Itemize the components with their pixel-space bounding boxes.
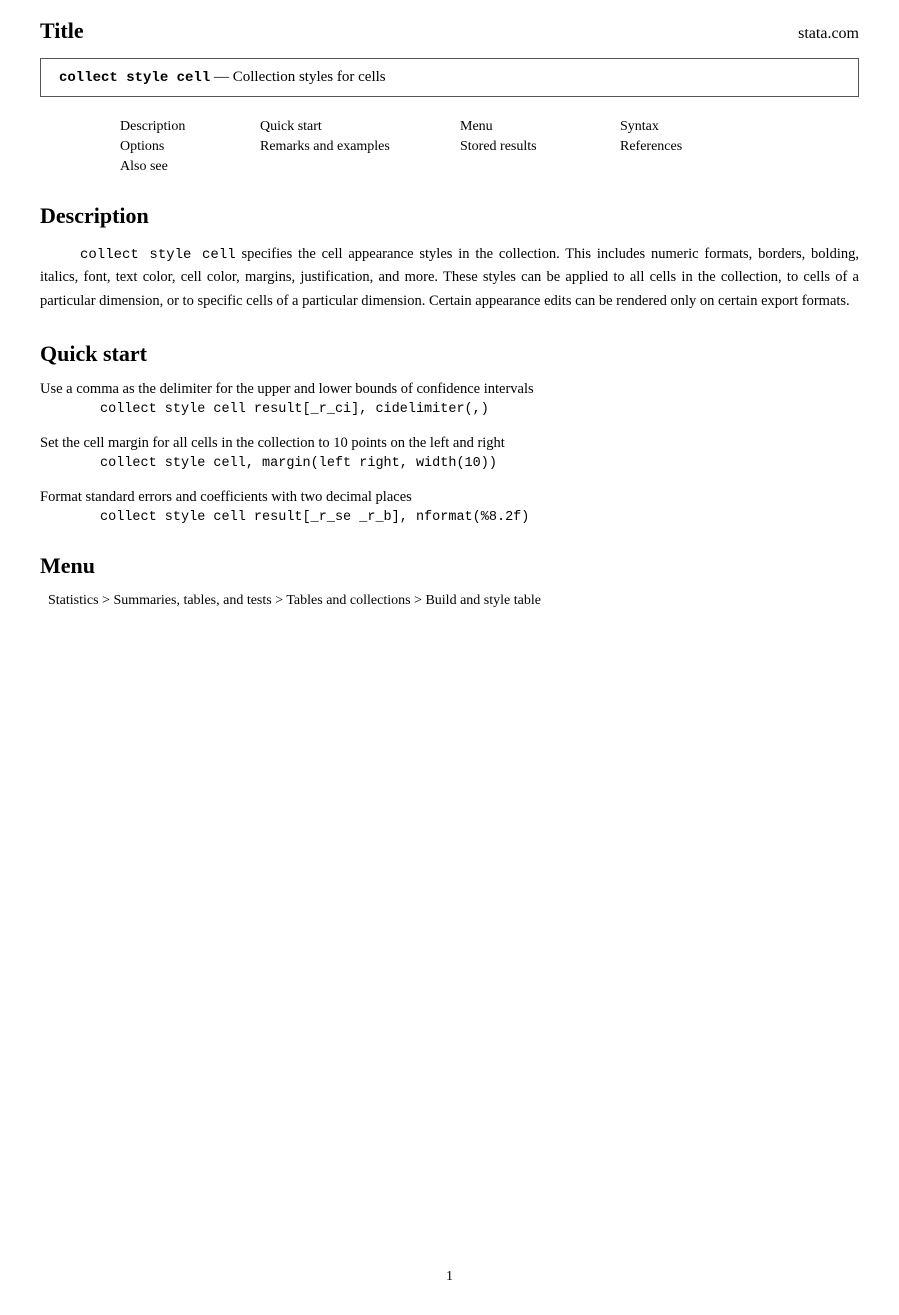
description-section: Description collect style cell specifies… [40, 203, 859, 313]
quick-start-desc-2: Set the cell margin for all cells in the… [40, 435, 859, 452]
nav-item-stored-results[interactable]: Stored results [460, 139, 620, 155]
nav-item-references[interactable]: References [620, 139, 780, 155]
page-number: 1 [446, 1269, 453, 1284]
nav-item-menu[interactable]: Menu [460, 119, 620, 135]
quick-start-section: Quick start Use a comma as the delimiter… [40, 341, 859, 525]
quick-start-desc-3: Format standard errors and coefficients … [40, 489, 859, 506]
page-header: Title stata.com [40, 18, 859, 44]
quick-start-item-1: Use a comma as the delimiter for the upp… [40, 381, 859, 417]
quick-start-code-2: collect style cell, margin(left right, w… [100, 456, 859, 471]
nav-item-quick-start[interactable]: Quick start [260, 119, 460, 135]
title-box-separator: — [210, 69, 233, 85]
quick-start-item-3: Format standard errors and coefficients … [40, 489, 859, 525]
page-wrapper: Title stata.com collect style cell — Col… [0, 0, 899, 1315]
page-title: Title [40, 18, 84, 44]
menu-path: Statistics > Summaries, tables, and test… [48, 593, 859, 609]
code-collect-style-cell: collect style cell [80, 247, 236, 263]
quick-start-code-1: collect style cell result[_r_ci], cideli… [100, 402, 859, 417]
quick-start-item-2: Set the cell margin for all cells in the… [40, 435, 859, 471]
title-box: collect style cell — Collection styles f… [40, 58, 859, 97]
quick-start-code-3: collect style cell result[_r_se _r_b], n… [100, 510, 859, 525]
nav-item-remarks[interactable]: Remarks and examples [260, 139, 460, 155]
description-paragraph: collect style cell specifies the cell ap… [40, 243, 859, 313]
nav-table: Description Quick start Menu Syntax Opti… [120, 119, 859, 175]
quick-start-desc-1: Use a comma as the delimiter for the upp… [40, 381, 859, 398]
title-box-description: Collection styles for cells [233, 69, 386, 85]
nav-item-options[interactable]: Options [120, 139, 260, 155]
nav-item-syntax[interactable]: Syntax [620, 119, 780, 135]
nav-item-also-see[interactable]: Also see [120, 159, 260, 175]
description-heading: Description [40, 203, 859, 229]
menu-section: Menu Statistics > Summaries, tables, and… [40, 553, 859, 609]
title-box-command: collect style cell [59, 70, 210, 86]
nav-item-description[interactable]: Description [120, 119, 260, 135]
menu-heading: Menu [40, 553, 859, 579]
page-footer: 1 [0, 1269, 899, 1285]
quick-start-heading: Quick start [40, 341, 859, 367]
page-brand: stata.com [798, 25, 859, 43]
